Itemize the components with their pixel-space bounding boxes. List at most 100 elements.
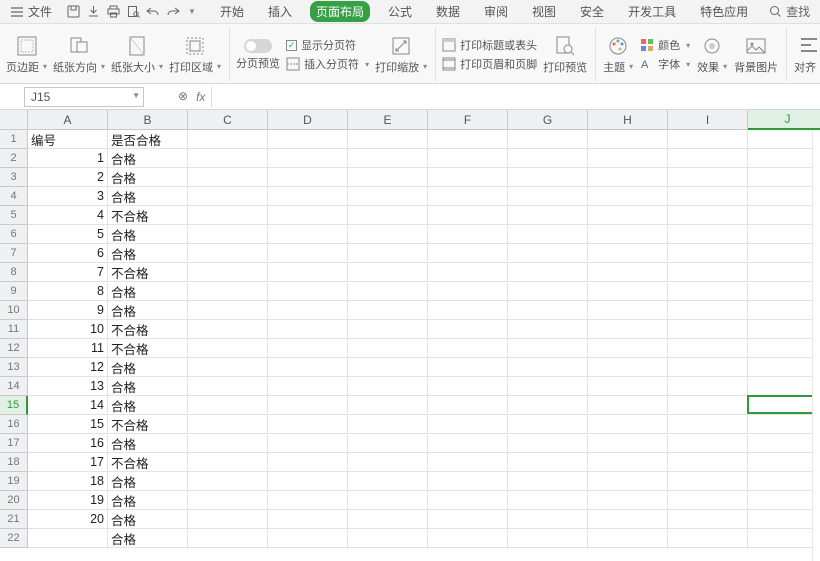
cell[interactable] (428, 206, 508, 225)
cell[interactable] (748, 149, 820, 168)
cell[interactable] (668, 130, 748, 149)
redo-icon[interactable] (166, 5, 180, 19)
cell[interactable] (428, 320, 508, 339)
row-header[interactable]: 11 (0, 320, 28, 339)
cell[interactable] (268, 130, 348, 149)
cell[interactable] (268, 187, 348, 206)
cell[interactable] (428, 377, 508, 396)
cell[interactable] (588, 206, 668, 225)
cell[interactable]: 合格 (108, 358, 188, 377)
cell-grid[interactable]: 编号是否合格1合格2合格3合格4不合格5合格6合格7不合格8合格9合格10不合格… (28, 130, 820, 548)
cell[interactable] (428, 510, 508, 529)
cell[interactable] (748, 415, 820, 434)
cell[interactable] (428, 339, 508, 358)
cell[interactable]: 不合格 (108, 263, 188, 282)
print-area-button[interactable]: 打印区域▾ (169, 35, 221, 75)
cell[interactable] (668, 149, 748, 168)
cell[interactable] (748, 130, 820, 149)
print-icon[interactable] (106, 5, 120, 19)
row-header[interactable]: 14 (0, 377, 28, 396)
cell[interactable] (748, 168, 820, 187)
cell[interactable]: 20 (28, 510, 108, 529)
row-header[interactable]: 4 (0, 187, 28, 206)
cell[interactable] (588, 263, 668, 282)
cell[interactable] (268, 453, 348, 472)
cell[interactable] (268, 244, 348, 263)
cell[interactable] (668, 263, 748, 282)
cell[interactable] (588, 149, 668, 168)
cell[interactable] (268, 396, 348, 415)
tab-special[interactable]: 特色应用 (694, 1, 754, 22)
cell[interactable] (348, 225, 428, 244)
column-header-B[interactable]: B (108, 110, 188, 130)
cell[interactable] (508, 415, 588, 434)
cell[interactable] (188, 510, 268, 529)
row-header[interactable]: 10 (0, 301, 28, 320)
insert-page-break-button[interactable]: 插入分页符▾ (286, 56, 369, 72)
cell[interactable] (668, 453, 748, 472)
cell[interactable] (508, 529, 588, 548)
cell[interactable] (348, 491, 428, 510)
cell[interactable]: 是否合格 (108, 130, 188, 149)
cell[interactable] (748, 320, 820, 339)
cell[interactable] (428, 187, 508, 206)
cell[interactable] (428, 396, 508, 415)
cell[interactable] (668, 415, 748, 434)
cell[interactable] (268, 339, 348, 358)
row-header[interactable]: 6 (0, 225, 28, 244)
cell[interactable] (188, 301, 268, 320)
cell[interactable] (588, 339, 668, 358)
cell[interactable] (588, 529, 668, 548)
tab-page-layout[interactable]: 页面布局 (310, 1, 370, 22)
cell[interactable] (268, 434, 348, 453)
align-button[interactable]: 对齐▾ (793, 35, 820, 75)
cell[interactable] (668, 301, 748, 320)
cell[interactable]: 4 (28, 206, 108, 225)
cell[interactable] (588, 358, 668, 377)
bg-image-button[interactable]: 背景图片 (734, 35, 778, 75)
cell[interactable] (748, 187, 820, 206)
cell[interactable] (348, 510, 428, 529)
cell[interactable]: 19 (28, 491, 108, 510)
cell[interactable] (748, 301, 820, 320)
cell[interactable]: 12 (28, 358, 108, 377)
row-header[interactable]: 18 (0, 453, 28, 472)
cell[interactable] (268, 358, 348, 377)
print-titles-button[interactable]: 打印标题或表头 (442, 37, 537, 53)
cell[interactable] (268, 491, 348, 510)
cell[interactable]: 10 (28, 320, 108, 339)
cell[interactable] (508, 130, 588, 149)
save-icon[interactable] (66, 5, 80, 19)
cell[interactable] (188, 472, 268, 491)
cell[interactable] (748, 225, 820, 244)
cell[interactable]: 编号 (28, 130, 108, 149)
cell[interactable] (28, 529, 108, 548)
cell[interactable] (588, 130, 668, 149)
cell[interactable] (428, 168, 508, 187)
cell[interactable] (348, 529, 428, 548)
column-header-A[interactable]: A (28, 110, 108, 130)
cell[interactable]: 15 (28, 415, 108, 434)
cell[interactable] (668, 358, 748, 377)
cell[interactable] (428, 244, 508, 263)
cell[interactable] (748, 453, 820, 472)
cell[interactable] (428, 529, 508, 548)
cell[interactable] (188, 320, 268, 339)
cell[interactable] (508, 472, 588, 491)
cell[interactable] (348, 263, 428, 282)
cell[interactable] (668, 491, 748, 510)
cell[interactable] (188, 130, 268, 149)
cell[interactable]: 17 (28, 453, 108, 472)
cell[interactable]: 8 (28, 282, 108, 301)
row-header[interactable]: 1 (0, 130, 28, 149)
cell[interactable]: 不合格 (108, 415, 188, 434)
cell[interactable] (508, 282, 588, 301)
cell[interactable] (508, 358, 588, 377)
cell[interactable] (428, 491, 508, 510)
cell[interactable]: 7 (28, 263, 108, 282)
cell[interactable] (668, 206, 748, 225)
cell[interactable] (588, 377, 668, 396)
fx-icon[interactable]: fx (196, 90, 205, 104)
cell[interactable]: 6 (28, 244, 108, 263)
column-header-D[interactable]: D (268, 110, 348, 130)
